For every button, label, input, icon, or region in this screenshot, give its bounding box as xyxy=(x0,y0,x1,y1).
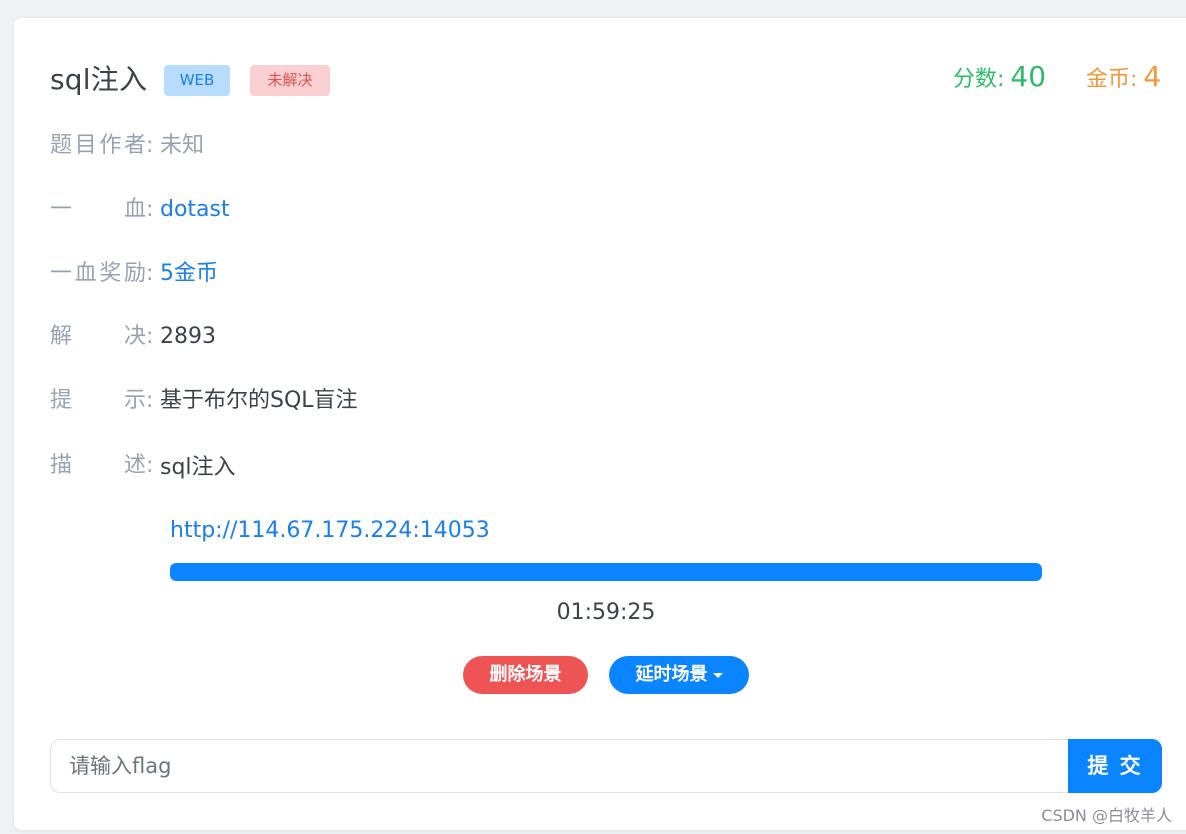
delete-scene-button[interactable]: 删除场景 xyxy=(463,656,588,694)
label-char: 目 xyxy=(74,133,97,158)
label-char: 血 xyxy=(123,197,146,222)
first-blood-reward-value: 5金币 xyxy=(160,261,218,286)
score-label: 分数: xyxy=(953,67,1005,92)
caret-down-icon xyxy=(712,672,723,678)
delay-scene-label: 延时场景 xyxy=(635,664,708,685)
label-char: 血 xyxy=(74,261,97,286)
solves-value: 2893 xyxy=(160,324,216,349)
label-char: 描 xyxy=(50,453,73,478)
label-colon: : xyxy=(146,197,154,222)
description-value: sql注入 xyxy=(160,455,236,480)
label-char: 一 xyxy=(50,197,73,222)
label-char: 题 xyxy=(50,133,73,158)
hint-value: 基于布尔的SQL盲注 xyxy=(160,388,358,413)
hint-label: 提 示 xyxy=(50,386,146,416)
score-value: 40 xyxy=(1010,60,1047,93)
author-label: 题 目 作 者 xyxy=(50,131,146,161)
scene-progress-fill xyxy=(170,563,1042,581)
watermark: CSDN @白牧羊人 xyxy=(1041,806,1172,825)
scene-timer: 01:59:25 xyxy=(556,600,656,625)
first-blood-label: 一 血 xyxy=(50,195,146,225)
scene-progress-bar xyxy=(170,563,1042,581)
challenge-title: sql注入 xyxy=(50,63,148,96)
first-blood-reward-label: 一 血 奖 励 xyxy=(50,259,146,289)
label-char: 提 xyxy=(50,388,73,413)
scene-url-link[interactable]: http://114.67.175.224:14053 xyxy=(170,516,490,546)
label-char: 示 xyxy=(123,388,146,413)
label-colon: : xyxy=(146,133,154,158)
label-char: 奖 xyxy=(99,261,122,286)
label-char: 者 xyxy=(123,133,146,158)
description-label: 描 述 xyxy=(50,451,146,481)
label-char: 解 xyxy=(50,324,73,349)
submit-button[interactable]: 提 交 xyxy=(1068,739,1162,793)
author-value: 未知 xyxy=(160,133,205,158)
first-blood-user-link[interactable]: dotast xyxy=(160,195,230,225)
label-char: 励 xyxy=(123,261,146,286)
label-char: 决 xyxy=(123,324,146,349)
coin-value: 4 xyxy=(1143,60,1162,93)
status-badge: 未解决 xyxy=(250,65,330,96)
coin-label: 金币: xyxy=(1086,67,1138,92)
label-colon: : xyxy=(146,261,154,286)
delay-scene-button[interactable]: 延时场景 xyxy=(609,656,749,694)
label-colon: : xyxy=(146,388,154,413)
label-colon: : xyxy=(146,324,154,349)
solves-label: 解 决 xyxy=(50,322,146,352)
category-badge: WEB xyxy=(164,65,230,96)
label-colon: : xyxy=(146,453,154,478)
label-char: 作 xyxy=(99,133,122,158)
label-char: 一 xyxy=(50,261,73,286)
flag-input[interactable] xyxy=(50,739,1069,793)
label-char: 述 xyxy=(123,453,146,478)
score-display: 分数: 40 xyxy=(953,58,1046,99)
coin-display: 金币: 4 xyxy=(1086,58,1161,99)
